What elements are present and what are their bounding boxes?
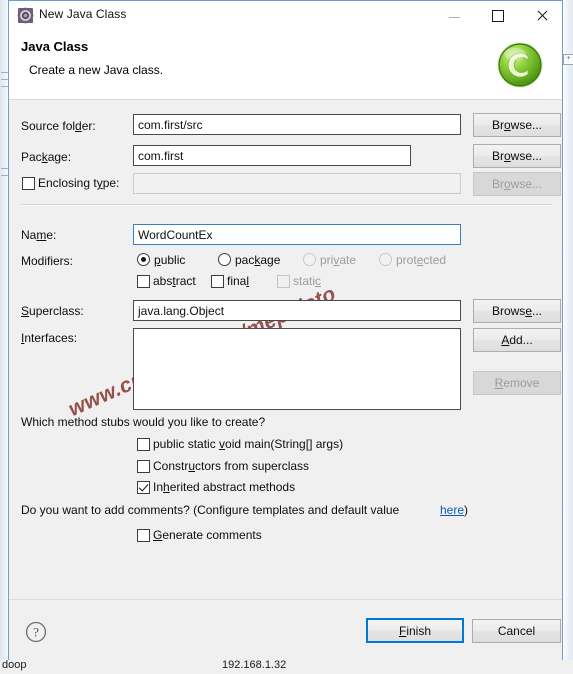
method-stubs-question: Which method stubs would you like to cre…	[21, 415, 266, 429]
svg-text:?: ?	[33, 625, 39, 640]
superclass-input[interactable]: java.lang.Object	[133, 300, 461, 321]
help-icon[interactable]: ?	[25, 621, 47, 643]
modifier-label-public: public	[154, 253, 186, 267]
maximize-button[interactable]	[476, 1, 520, 30]
close-icon	[536, 10, 548, 22]
minimize-button[interactable]	[432, 1, 476, 30]
modifier-checkbox-final[interactable]	[211, 275, 224, 288]
comments-question-suffix: )	[464, 503, 468, 517]
modifier-label-static: static	[293, 274, 322, 288]
java-class-wizard-icon	[17, 7, 34, 24]
background-host-label: doop	[2, 659, 27, 671]
background-left-tick	[1, 72, 8, 73]
package-label: Package:	[21, 150, 72, 164]
dialog-title: New Java Class	[39, 7, 127, 21]
stub-checkbox-inherited[interactable]	[137, 481, 150, 494]
green-c-badge-icon	[494, 39, 546, 91]
dialog-footer: ? Finish Cancel	[9, 599, 562, 660]
modifier-label-final: final	[227, 274, 250, 288]
stub-checkbox-main[interactable]	[137, 438, 150, 451]
stub-label-constructors: Constructors from superclass	[153, 459, 310, 473]
generate-comments-checkbox[interactable]	[137, 529, 150, 542]
modifier-label-package: package	[235, 253, 281, 267]
interfaces-listbox[interactable]	[133, 328, 461, 410]
source-folder-label: Source folder:	[21, 119, 96, 133]
minimize-icon	[448, 17, 460, 18]
dialog-banner: Java Class Create a new Java class.	[9, 31, 562, 100]
background-left-tick	[1, 86, 8, 87]
close-button[interactable]	[520, 1, 564, 30]
name-label: Name:	[21, 228, 57, 242]
background-right-marker: +	[563, 54, 573, 65]
modifier-label-abstract: abstract	[153, 274, 196, 288]
background-left-tick	[1, 175, 8, 176]
enclosing-type-input[interactable]	[133, 173, 461, 194]
dialog-body: www.cnblogs.com/mephisto Source folder: …	[9, 100, 562, 600]
stub-label-inherited: Inherited abstract methods	[153, 480, 296, 494]
superclass-browse-button[interactable]: Brows e...	[473, 299, 561, 323]
enclosing-type-checkbox[interactable]	[22, 177, 35, 190]
superclass-label: Superclass:	[21, 304, 84, 318]
background-ip-label: 192.168.1.32	[222, 659, 287, 671]
modifier-radio-public[interactable]	[137, 253, 150, 266]
modifier-radio-private	[303, 253, 316, 266]
source-folder-browse-button[interactable]: Br o wse...	[473, 113, 561, 137]
enclosing-type-label: Enclosing type:	[38, 176, 120, 190]
interfaces-label: Interfaces:	[21, 331, 78, 345]
comments-question: Do you want to add comments? (Configure …	[21, 503, 400, 517]
dialog-titlebar: New Java Class	[9, 1, 562, 31]
class-name-input[interactable]: WordCountEx	[133, 224, 461, 245]
background-left-tick	[1, 79, 8, 80]
source-folder-input[interactable]: com.first/src	[133, 114, 461, 135]
stub-checkbox-constructors[interactable]	[137, 460, 150, 473]
maximize-icon	[492, 9, 504, 22]
modifier-checkbox-static	[277, 275, 290, 288]
modifier-label-private: private	[320, 253, 357, 267]
modifier-label-protected: protected	[396, 253, 447, 267]
background-right-strip	[562, 0, 573, 660]
stub-label-main: public static void main(String[] args)	[153, 437, 344, 451]
configure-templates-link[interactable]: here	[440, 503, 464, 517]
generate-comments-label: Generate comments	[153, 528, 262, 542]
background-left-tick	[1, 168, 8, 169]
new-java-class-dialog: New Java Class Java Class Create a new J…	[8, 0, 563, 660]
modifier-radio-package[interactable]	[218, 253, 231, 266]
banner-title: Java Class	[21, 39, 89, 54]
modifier-radio-protected	[379, 253, 392, 266]
finish-button[interactable]: Finish	[366, 618, 464, 643]
interfaces-remove-button: Remove	[473, 371, 561, 395]
package-input[interactable]: com.first	[133, 145, 411, 166]
cancel-button[interactable]: Cancel	[472, 619, 561, 643]
modifiers-label: Modifiers:	[21, 254, 74, 268]
interfaces-add-button[interactable]: Add...	[473, 328, 561, 352]
package-browse-button[interactable]: Br o wse...	[473, 144, 561, 168]
separator-top	[21, 204, 552, 206]
background-status-bar	[0, 660, 573, 674]
modifier-checkbox-abstract[interactable]	[137, 275, 150, 288]
enclosing-type-browse-button: Br o wse...	[473, 172, 561, 196]
banner-subtitle: Create a new Java class.	[29, 63, 164, 77]
